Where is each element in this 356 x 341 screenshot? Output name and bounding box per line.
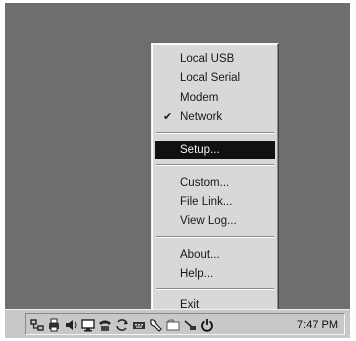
menu-separator xyxy=(156,164,274,166)
menu-item-network[interactable]: ✔ Network xyxy=(155,108,275,126)
folder-icon[interactable] xyxy=(166,318,180,332)
menu-item-label: Network xyxy=(180,111,223,123)
menu-item-local-serial[interactable]: Local Serial xyxy=(155,69,275,87)
menu-item-view-log[interactable]: View Log... xyxy=(155,212,275,230)
menu-item-local-usb[interactable]: Local USB xyxy=(155,50,275,68)
menu-item-label: About... xyxy=(180,249,220,261)
menu-separator xyxy=(156,132,274,134)
sync-icon[interactable] xyxy=(115,318,129,332)
menu-item-label: Local USB xyxy=(180,53,235,65)
speaker-icon[interactable] xyxy=(64,318,78,332)
tray-icon-row xyxy=(30,317,214,333)
menu-item-modem[interactable]: Modem xyxy=(155,89,275,107)
system-tray: 7:47 PM xyxy=(25,313,345,335)
menu-item-label: Custom... xyxy=(180,177,230,189)
phone-icon[interactable] xyxy=(98,318,112,332)
menu-item-label: Local Serial xyxy=(180,72,241,84)
context-menu: Local USB Local Serial Modem ✔ Network Se… xyxy=(151,43,279,317)
keyboard-icon[interactable] xyxy=(132,318,146,332)
mouse-icon[interactable] xyxy=(149,318,163,332)
menu-separator xyxy=(156,236,274,238)
menu-separator xyxy=(156,288,274,290)
monitor-icon[interactable] xyxy=(81,318,95,332)
clock[interactable]: 7:47 PM xyxy=(297,318,338,332)
menu-item-file-link[interactable]: File Link... xyxy=(155,193,275,211)
desktop: Local USB Local Serial Modem ✔ Network Se… xyxy=(5,3,350,338)
printer-icon[interactable] xyxy=(47,318,61,332)
menu-item-about[interactable]: About... xyxy=(155,246,275,264)
scanner-icon[interactable] xyxy=(183,318,197,332)
menu-item-label: Modem xyxy=(180,92,219,104)
menu-item-label: View Log... xyxy=(180,215,237,227)
menu-item-label: Help... xyxy=(180,268,214,280)
menu-item-label: Setup... xyxy=(180,144,220,156)
menu-item-label: File Link... xyxy=(180,196,233,208)
menu-item-custom[interactable]: Custom... xyxy=(155,174,275,192)
taskbar: 7:47 PM xyxy=(5,309,350,338)
checkmark-icon: ✔ xyxy=(163,111,173,123)
menu-item-setup[interactable]: Setup... xyxy=(155,141,275,159)
network-icon[interactable] xyxy=(30,318,44,332)
menu-item-help[interactable]: Help... xyxy=(155,265,275,283)
power-icon[interactable] xyxy=(200,318,214,332)
